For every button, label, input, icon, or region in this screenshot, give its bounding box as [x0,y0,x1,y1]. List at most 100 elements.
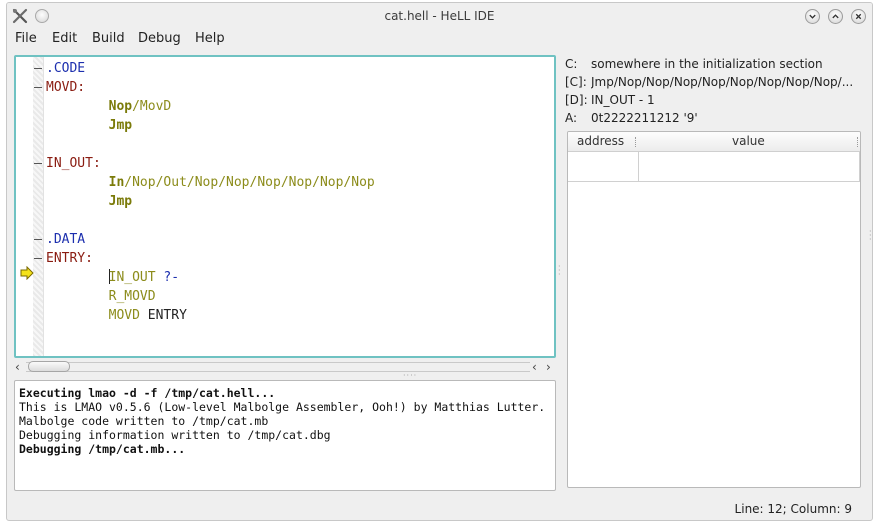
cell-divider [638,152,639,182]
chevron-up-icon [832,14,839,19]
register-value: 0t2222211212 '9' [591,111,698,125]
console-line: Executing lmao -d -f /tmp/cat.hell... [19,386,276,400]
menu-help[interactable]: Help [195,31,225,46]
console-line: Debugging information written to /tmp/ca… [19,428,331,442]
menu-edit[interactable]: Edit [52,31,77,46]
breakpoint-gutter[interactable] [20,57,32,356]
panel-splitter-handle[interactable]: · · · [558,263,561,279]
fold-margin[interactable] [33,57,44,356]
cursor-position: Line: 12; Column: 9 [734,502,852,516]
code-line[interactable]: Jmp [46,192,375,211]
code-token: .CODE [46,61,86,76]
close-icon [855,13,862,20]
register-value: somewhere in the initialization section [591,57,823,71]
console-line: Debugging /tmp/cat.mb... [19,442,186,456]
column-header-value[interactable]: value [732,134,765,148]
code-line[interactable]: MOVD ENTRY [46,306,375,325]
register-a: A: 0t2222211212 '9' [565,111,865,129]
editor-splitter-handle[interactable]: ···· [403,371,417,380]
code-token: R_MOVD [108,289,156,304]
register-value: Jmp/Nop/Nop/Nop/Nop/Nop/Nop/Nop/Nop/... [591,75,854,89]
scroll-right-icon[interactable]: › [546,360,551,374]
code-line[interactable]: R_MOVD [46,287,375,306]
ide-window: cat.hell - HeLL IDE File Edit Build Debu… [6,2,873,521]
code-token: Jmp [108,194,133,209]
code-token: MOVD [108,308,140,323]
register-c: C: somewhere in the initialization secti… [565,57,865,75]
register-name: C: [565,57,578,71]
minimize-button[interactable] [805,9,820,24]
code-token: IN_OUT [108,270,156,285]
current-line-arrow-icon [20,266,34,280]
window-title: cat.hell - HeLL IDE [384,9,495,23]
fold-toggle-icon[interactable] [34,68,42,69]
console-line: Malbolge code written to /tmp/cat.mb [19,414,269,428]
register-name: A: [565,111,578,125]
menu-build[interactable]: Build [92,31,125,46]
code-token: MOVD: [46,80,86,95]
right-edge-splitter-handle[interactable]: · · · [869,228,872,244]
code-token: .DATA [46,232,86,247]
chevron-down-icon [809,14,816,19]
code-line[interactable]: In/Nop/Out/Nop/Nop/Nop/Nop/Nop/Nop [46,173,375,192]
cell-divider [859,152,860,182]
column-resize-handle[interactable] [635,137,637,147]
scroll-left-end-icon[interactable]: ‹ [532,360,537,374]
console-text: Executing lmao -d -f /tmp/cat.hell... Thi… [19,386,545,456]
fold-toggle-icon[interactable] [34,239,42,240]
register-value: IN_OUT - 1 [591,93,655,107]
output-console[interactable]: Executing lmao -d -f /tmp/cat.hell... Thi… [14,380,556,491]
code-token: /MovD [132,99,172,114]
register-name: [D]: [565,93,588,107]
code-token: ENTRY [139,308,187,323]
fold-toggle-icon[interactable] [34,163,42,164]
code-line[interactable]: .DATA [46,230,375,249]
register-mem-c: [C]: Jmp/Nop/Nop/Nop/Nop/Nop/Nop/Nop/Nop… [565,75,865,93]
status-bar: Line: 12; Column: 9 [7,500,872,520]
fold-toggle-icon[interactable] [34,258,42,259]
scroll-left-icon[interactable]: ‹ [15,360,20,374]
code-token: /Nop/Out/Nop/Nop/Nop/Nop/Nop/Nop [124,175,375,190]
scroll-thumb[interactable] [28,361,70,372]
code-line[interactable]: Jmp [46,116,375,135]
table-row[interactable] [568,152,860,182]
code-text[interactable]: .CODE MOVD: Nop/MovD Jmp IN_OUT: In/Nop/O… [46,59,375,325]
column-header-address[interactable]: address [577,134,624,148]
code-token: In [108,175,125,190]
menu-debug[interactable]: Debug [138,31,181,46]
code-token: IN_OUT: [46,156,101,171]
menu-bar: File Edit Build Debug Help [7,29,872,51]
code-editor[interactable]: .CODE MOVD: Nop/MovD Jmp IN_OUT: In/Nop/O… [14,55,556,358]
code-line[interactable]: Nop/MovD [46,97,375,116]
register-name: [C]: [565,75,587,89]
memory-table[interactable]: address value [567,131,861,488]
code-line[interactable]: MOVD: [46,78,375,97]
code-token: ENTRY: [46,251,93,266]
code-line[interactable]: IN_OUT ?- [46,268,375,287]
maximize-button[interactable] [828,9,843,24]
code-token: Jmp [108,118,133,133]
code-line[interactable]: IN_OUT: [46,154,375,173]
memory-table-header: address value [568,132,860,152]
code-token: ?- [155,270,180,285]
register-mem-d: [D]: IN_OUT - 1 [565,93,865,111]
title-bar[interactable]: cat.hell - HeLL IDE [7,3,872,29]
scroll-track[interactable] [26,362,530,372]
editor-horizontal-scrollbar[interactable]: ‹ ‹ › [14,360,556,374]
close-button[interactable] [851,9,866,24]
code-line[interactable] [46,135,375,154]
menu-file[interactable]: File [15,31,37,46]
code-line[interactable] [46,211,375,230]
code-line[interactable]: .CODE [46,59,375,78]
code-line[interactable]: ENTRY: [46,249,375,268]
code-token: Nop [108,99,133,114]
fold-toggle-icon[interactable] [34,87,42,88]
column-resize-handle[interactable] [857,137,859,147]
